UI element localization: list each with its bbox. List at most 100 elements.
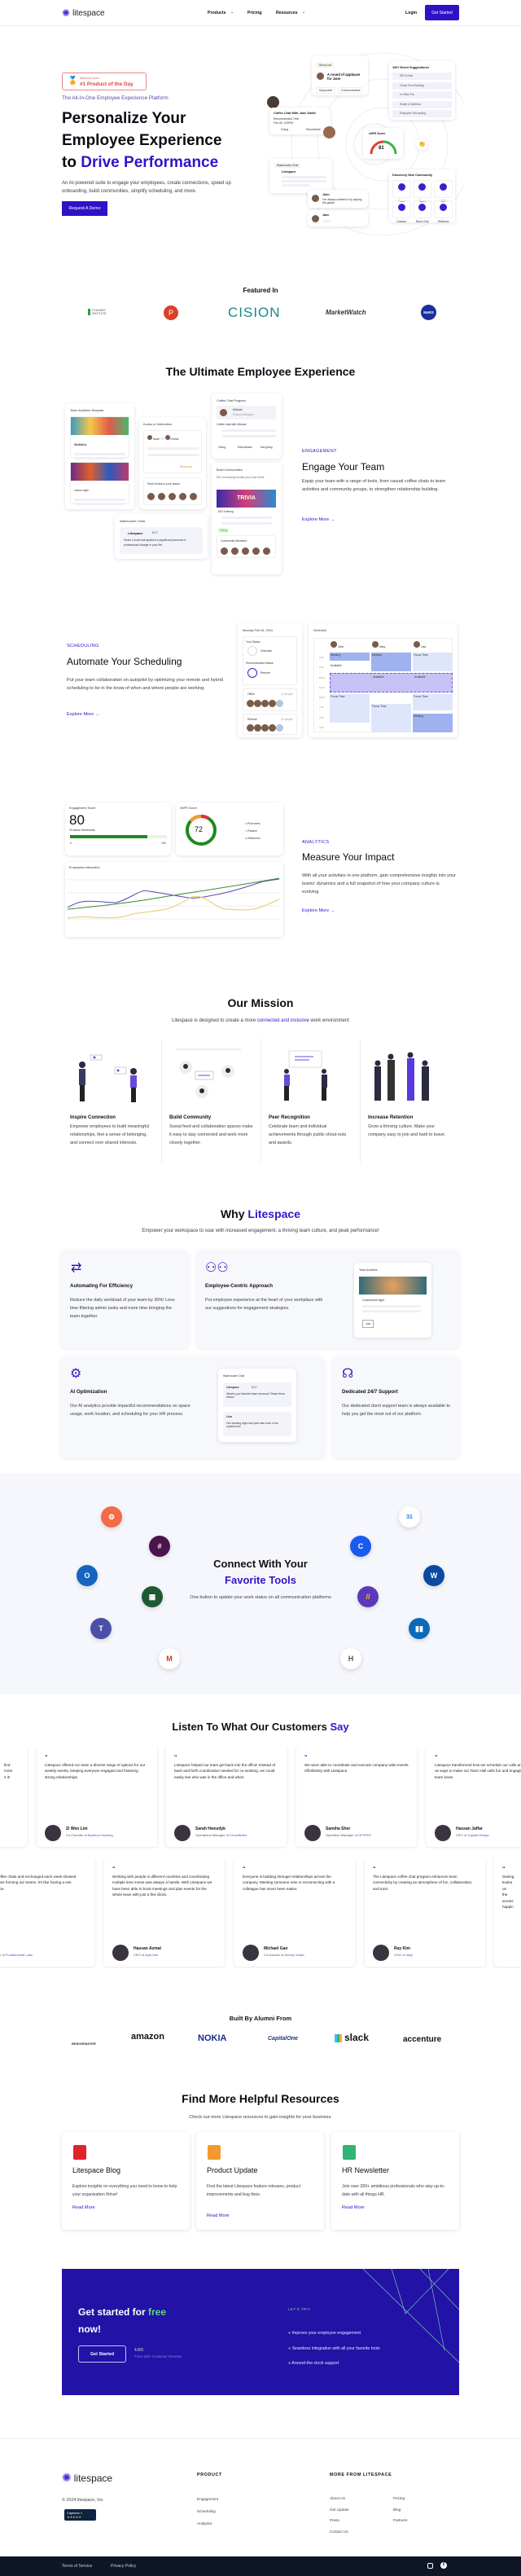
logo-nokia: NOKIA (198, 2033, 227, 2043)
chevron-down-icon: ⌄ (302, 10, 306, 15)
resource-description: Join over 200+ ambitious professionals w… (342, 2184, 445, 2197)
engage-explore-more-link[interactable]: Explore More → (302, 517, 335, 522)
author-name: Sarah Hwozdyk (195, 1826, 225, 1831)
resource-icon (208, 2145, 221, 2160)
testimonial-text: Seeing kudos us the across happin (502, 1875, 514, 1910)
nav-products[interactable]: Products (208, 11, 225, 15)
author-name: Hassan Jaffar (456, 1826, 483, 1831)
engagement-label: ENGAGEMENT (302, 449, 337, 454)
engagement-score-card: Engagement Score 80 33 above benchmark 0… (65, 802, 171, 855)
c-app-icon: C (350, 1536, 371, 1557)
terms-link[interactable]: Terms of Service (62, 2564, 92, 2569)
analytics-explore-more-link[interactable]: Explore More → (302, 908, 335, 913)
logo-flower-icon: ✺ (62, 2471, 72, 2484)
people-icon: ⚇⚇ (205, 1261, 229, 1275)
product-hunt-badge[interactable]: 🏅 PRODUCT HUNT #1 Product of the Day (62, 73, 147, 90)
testimonial-text: Litespace offered our team a diverse ran… (45, 1763, 146, 1779)
divider (161, 1039, 162, 1163)
testimonial-card: “ Litespace offered our team a diverse r… (37, 1746, 157, 1847)
testimonial-text: the number of coffee chats and exchanged… (0, 1875, 77, 1891)
get-started-button[interactable]: Get Started (425, 5, 459, 20)
login-link[interactable]: Login (405, 11, 417, 15)
event-item: Employee Onboarding (392, 110, 452, 117)
footer-bottom-bar: Terms of Service Privacy Policy f (0, 2556, 521, 2576)
chevron-down-icon: ⌄ (230, 10, 234, 15)
read-more-link[interactable]: Read More (342, 2205, 365, 2210)
author-role: CEO of Joypad Design (456, 1833, 489, 1837)
facebook-icon[interactable]: f (440, 2562, 447, 2569)
privacy-link[interactable]: Privacy Policy (111, 2564, 136, 2569)
cta-get-started-button[interactable]: Get Started (78, 2345, 126, 2363)
workday-icon: W (423, 1565, 444, 1586)
monday-icon: // (357, 1586, 379, 1607)
author-role: Co-founder of Dewey Smart (264, 1953, 304, 1957)
capterra-badge[interactable]: Capterra 5 ★★★★★ (64, 2509, 96, 2521)
analytics-description: With all your activities in one platform… (302, 873, 457, 895)
schedule-explore-more-link[interactable]: Explore More → (67, 712, 99, 717)
resource-title: HR Newsletter (342, 2166, 390, 2174)
open-quote-icon: “ (502, 1866, 506, 1872)
testimonial-text: Everyone is building stronger relationsh… (243, 1875, 335, 1891)
open-quote-icon: “ (243, 1866, 246, 1872)
author-role: Operation Manager of OFFRNT (326, 1833, 372, 1837)
avatar (243, 1945, 259, 1961)
hero-description: An AI-powered suite to engage your emplo… (62, 181, 231, 194)
analytics-title: Measure Your Impact (302, 851, 395, 863)
resource-card: Product Update Find the latest Litespace… (196, 2132, 324, 2230)
testimonials-row-2[interactable]: “ the number of coffee chats and exchang… (0, 1857, 521, 1968)
divider (360, 1039, 361, 1163)
author-name: Zi Wen Lim (66, 1826, 88, 1831)
footer-logo[interactable]: ✺ litespace (62, 2471, 112, 2485)
coffee-chat-card: Coffee Chat With Jane Smith Recommended … (269, 108, 331, 134)
testimonial-text: Working with people in different countri… (112, 1875, 212, 1897)
logo-mars: MaRS (421, 305, 436, 320)
cta-benefits: ● Improve your employee engagement ● Sea… (288, 2331, 380, 2366)
why-card-employee-centric: ⚇⚇ Employee-Centric Approach Put employe… (196, 1251, 460, 1348)
logo-amazon: amazon (131, 2032, 164, 2042)
avatar (45, 1825, 61, 1841)
author-role: Operations Manager of Crowdlinker (195, 1833, 247, 1837)
avatar (174, 1825, 190, 1841)
interaction-line-chart (68, 877, 281, 920)
resource-title: Product Update (207, 2166, 258, 2174)
mission-col-retention: Increase Retention Grow a thriving cultu… (368, 1047, 453, 1139)
brand-logo[interactable]: ✺ litespace (62, 8, 105, 18)
logo-marketwatch: MarketWatch (326, 309, 366, 316)
request-demo-button[interactable]: Request A Demo (62, 201, 107, 216)
schedule-title: Automate Your Scheduling (67, 656, 182, 667)
testimonial-card: “ Everyone is building stronger relation… (234, 1857, 355, 1967)
hubspot-icon: ⚙ (101, 1506, 122, 1528)
coffee-chat-program-card: Coffee Chat Program Michael Product desig… (212, 393, 282, 459)
kudos-celebration-card: Kudos & Celebration Noah TO Emma Shout-o… (139, 417, 206, 509)
testimonial-card: “ the number of coffee chats and exchang… (0, 1857, 94, 1967)
author-name: Ray Kim (394, 1946, 411, 1951)
testimonials-row-1[interactable]: “ find more s it! “ Litespace offered our… (0, 1746, 521, 1848)
event-item: Health & Wellness (392, 100, 452, 108)
trello-icon: ▮▮ (409, 1618, 430, 1639)
nav-pricing[interactable]: Pricing (247, 11, 262, 15)
workflow-icon: ⇄ (71, 1261, 82, 1275)
discovery-community-card: Discovery New Community Food Sport DEI O… (389, 169, 455, 223)
read-more-link[interactable]: Read More (207, 2213, 230, 2218)
people-connecting-illustration (79, 1054, 137, 1102)
resource-description: Explore insights on everything you need … (72, 2184, 177, 2197)
logo-slack: slack (335, 2032, 370, 2043)
testimonial-text: We were able to coordinate and execute c… (304, 1763, 409, 1774)
avatar (112, 1945, 129, 1961)
celebration-illustration (284, 1050, 327, 1101)
logo-cision: CISION (228, 305, 281, 320)
testimonial-card: “ The Litespace coffee chat program enha… (365, 1857, 485, 1967)
h-app-icon: H (340, 1648, 361, 1669)
resource-card: Litespace Blog Explore insights on every… (62, 2132, 190, 2230)
nav-resources[interactable]: Resources (276, 11, 298, 15)
navbar: ✺ litespace Products ⌄ Pricing Resources… (0, 0, 521, 26)
open-quote-icon: “ (373, 1866, 376, 1872)
instagram-icon[interactable] (427, 2563, 433, 2569)
logo-producthunt: P (164, 306, 178, 320)
schedule-card: Schedule John Mary Lisa 9:00 9:00 10:00 11:… (309, 623, 458, 737)
build-communities-card: Build Communities DEI Community invites … (212, 463, 282, 574)
testimonial-text: The Litespace coffee chat program enhanc… (373, 1875, 473, 1891)
read-more-link[interactable]: Read More (72, 2205, 95, 2210)
chat-message-john: John I've always wanted to try playing t… (308, 190, 368, 208)
available-block: Available Available (330, 673, 453, 692)
